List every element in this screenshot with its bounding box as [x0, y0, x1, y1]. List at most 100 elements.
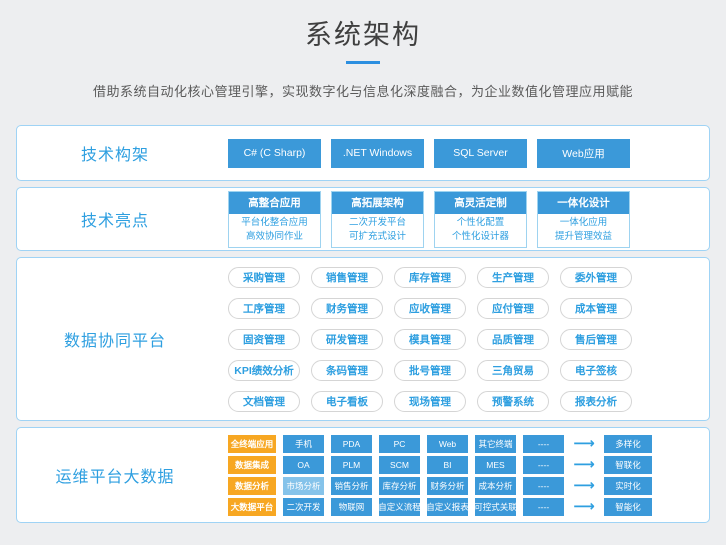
- arrow-right-icon: ⟶: [571, 456, 597, 474]
- ops-chip[interactable]: 自定义报表: [427, 498, 468, 516]
- ops-row-analysis: 数据分析 市场分析 销售分析 库存分析 财务分析 成本分析 ---- ⟶ 实时化: [228, 477, 697, 495]
- module-button[interactable]: 电子看板: [311, 391, 383, 412]
- module-button[interactable]: KPI绩效分析: [228, 360, 300, 381]
- panel-tech-highlights: 技术亮点 高整合应用 平台化整合应用 高效协同作业 高拓展架构 二次开发平台 可…: [16, 187, 710, 251]
- tech-button-web-app[interactable]: Web应用: [537, 139, 630, 168]
- ops-chip-more[interactable]: ----: [523, 498, 564, 516]
- ops-chip[interactable]: 成本分析: [475, 477, 516, 495]
- category-tag: 数据分析: [228, 477, 276, 495]
- module-button[interactable]: 应付管理: [477, 298, 549, 319]
- ops-chip-more[interactable]: ----: [523, 456, 564, 474]
- category-tag: 数据集成: [228, 456, 276, 474]
- tech-button-sql-server[interactable]: SQL Server: [434, 139, 527, 168]
- tech-highlights-label: 技术亮点: [17, 207, 213, 231]
- module-button[interactable]: 售后管理: [560, 329, 632, 350]
- card-line: 平台化整合应用: [229, 216, 320, 230]
- ops-result-chip[interactable]: 智联化: [604, 456, 652, 474]
- ops-chip[interactable]: 库存分析: [379, 477, 420, 495]
- module-button[interactable]: 条码管理: [311, 360, 383, 381]
- ops-chip[interactable]: 二次开发: [283, 498, 324, 516]
- ops-chip[interactable]: 手机: [283, 435, 324, 453]
- arrow-right-icon: ⟶: [571, 498, 597, 516]
- ops-chip[interactable]: BI: [427, 456, 468, 474]
- highlight-card-customization: 高灵活定制 个性化配置 个性化设计器: [434, 191, 527, 248]
- tech-highlights-cards: 高整合应用 平台化整合应用 高效协同作业 高拓展架构 二次开发平台 可扩充式设计…: [213, 191, 709, 248]
- ops-chip[interactable]: 物联网: [331, 498, 372, 516]
- ops-chip[interactable]: PLM: [331, 456, 372, 474]
- arrow-right-icon: ⟶: [571, 435, 597, 453]
- highlight-card-unified-design: 一体化设计 一体化应用 提升管理效益: [537, 191, 630, 248]
- system-architecture-page: 系统架构 借助系统自动化核心管理引擎，实现数字化与信息化深度融合，为企业数值化管…: [0, 0, 726, 545]
- ops-chip[interactable]: PDA: [331, 435, 372, 453]
- ops-chip[interactable]: Web: [427, 435, 468, 453]
- grid-row: KPI绩效分析 条码管理 批号管理 三角贸易 电子签核: [228, 360, 697, 381]
- tech-framework-label: 技术构架: [17, 141, 213, 165]
- grid-row: 固资管理 研发管理 模具管理 品质管理 售后管理: [228, 329, 697, 350]
- tech-button-net-windows[interactable]: .NET Windows: [331, 139, 424, 168]
- page-title: 系统架构: [0, 13, 726, 52]
- ops-row-bigdata: 大数据平台 二次开发 物联网 自定义流程 自定义报表 可控式关联 ---- ⟶ …: [228, 498, 697, 516]
- ops-chip[interactable]: 财务分析: [427, 477, 468, 495]
- module-button[interactable]: 报表分析: [560, 391, 632, 412]
- ops-chip[interactable]: PC: [379, 435, 420, 453]
- card-line: 一体化应用: [538, 216, 629, 230]
- ops-result-chip[interactable]: 多样化: [604, 435, 652, 453]
- highlight-card-extensibility: 高拓展架构 二次开发平台 可扩充式设计: [331, 191, 424, 248]
- module-button[interactable]: 成本管理: [560, 298, 632, 319]
- module-button[interactable]: 模具管理: [394, 329, 466, 350]
- module-button[interactable]: 文档管理: [228, 391, 300, 412]
- module-button[interactable]: 固资管理: [228, 329, 300, 350]
- card-line: 可扩充式设计: [332, 230, 423, 244]
- card-title: 高灵活定制: [435, 192, 526, 214]
- ops-chip[interactable]: OA: [283, 456, 324, 474]
- highlight-card-integration: 高整合应用 平台化整合应用 高效协同作业: [228, 191, 321, 248]
- tech-button-csharp[interactable]: C# (C Sharp): [228, 139, 321, 168]
- ops-chip[interactable]: MES: [475, 456, 516, 474]
- card-line: 二次开发平台: [332, 216, 423, 230]
- module-button[interactable]: 工序管理: [228, 298, 300, 319]
- panel-tech-framework: 技术构架 C# (C Sharp) .NET Windows SQL Serve…: [16, 125, 710, 181]
- module-button[interactable]: 销售管理: [311, 267, 383, 288]
- grid-row: 工序管理 财务管理 应收管理 应付管理 成本管理: [228, 298, 697, 319]
- module-button[interactable]: 生产管理: [477, 267, 549, 288]
- card-line: 个性化设计器: [435, 230, 526, 244]
- ops-platform-label: 运维平台大数据: [17, 463, 213, 487]
- data-platform-label: 数据协同平台: [17, 327, 213, 351]
- ops-platform-rows: 全终端应用 手机 PDA PC Web 其它终端 ---- ⟶ 多样化 数据集成…: [213, 435, 709, 516]
- ops-chip[interactable]: 其它终端: [475, 435, 516, 453]
- ops-chip[interactable]: 市场分析: [283, 477, 324, 495]
- tech-framework-buttons: C# (C Sharp) .NET Windows SQL Server Web…: [213, 139, 709, 168]
- card-title: 高整合应用: [229, 192, 320, 214]
- data-platform-grid: 采购管理 销售管理 库存管理 生产管理 委外管理 工序管理 财务管理 应收管理 …: [213, 267, 709, 412]
- ops-chip[interactable]: 销售分析: [331, 477, 372, 495]
- ops-result-chip[interactable]: 智能化: [604, 498, 652, 516]
- module-button[interactable]: 应收管理: [394, 298, 466, 319]
- panels-container: 技术构架 C# (C Sharp) .NET Windows SQL Serve…: [16, 125, 710, 523]
- module-button[interactable]: 批号管理: [394, 360, 466, 381]
- card-line: 高效协同作业: [229, 230, 320, 244]
- ops-row-terminals: 全终端应用 手机 PDA PC Web 其它终端 ---- ⟶ 多样化: [228, 435, 697, 453]
- ops-chip[interactable]: 可控式关联: [475, 498, 516, 516]
- module-button[interactable]: 现场管理: [394, 391, 466, 412]
- page-subtitle: 借助系统自动化核心管理引擎，实现数字化与信息化深度融合，为企业数值化管理应用赋能: [0, 81, 726, 100]
- grid-row: 文档管理 电子看板 现场管理 预警系统 报表分析: [228, 391, 697, 412]
- module-button[interactable]: 研发管理: [311, 329, 383, 350]
- module-button[interactable]: 采购管理: [228, 267, 300, 288]
- ops-result-chip[interactable]: 实时化: [604, 477, 652, 495]
- module-button[interactable]: 电子签核: [560, 360, 632, 381]
- module-button[interactable]: 预警系统: [477, 391, 549, 412]
- module-button[interactable]: 三角贸易: [477, 360, 549, 381]
- module-button[interactable]: 品质管理: [477, 329, 549, 350]
- grid-row: 采购管理 销售管理 库存管理 生产管理 委外管理: [228, 267, 697, 288]
- ops-row-integration: 数据集成 OA PLM SCM BI MES ---- ⟶ 智联化: [228, 456, 697, 474]
- card-title: 一体化设计: [538, 192, 629, 214]
- panel-ops-platform: 运维平台大数据 全终端应用 手机 PDA PC Web 其它终端 ---- ⟶ …: [16, 427, 710, 523]
- ops-chip-more[interactable]: ----: [523, 435, 564, 453]
- module-button[interactable]: 财务管理: [311, 298, 383, 319]
- ops-chip[interactable]: SCM: [379, 456, 420, 474]
- card-title: 高拓展架构: [332, 192, 423, 214]
- module-button[interactable]: 委外管理: [560, 267, 632, 288]
- ops-chip-more[interactable]: ----: [523, 477, 564, 495]
- ops-chip[interactable]: 自定义流程: [379, 498, 420, 516]
- module-button[interactable]: 库存管理: [394, 267, 466, 288]
